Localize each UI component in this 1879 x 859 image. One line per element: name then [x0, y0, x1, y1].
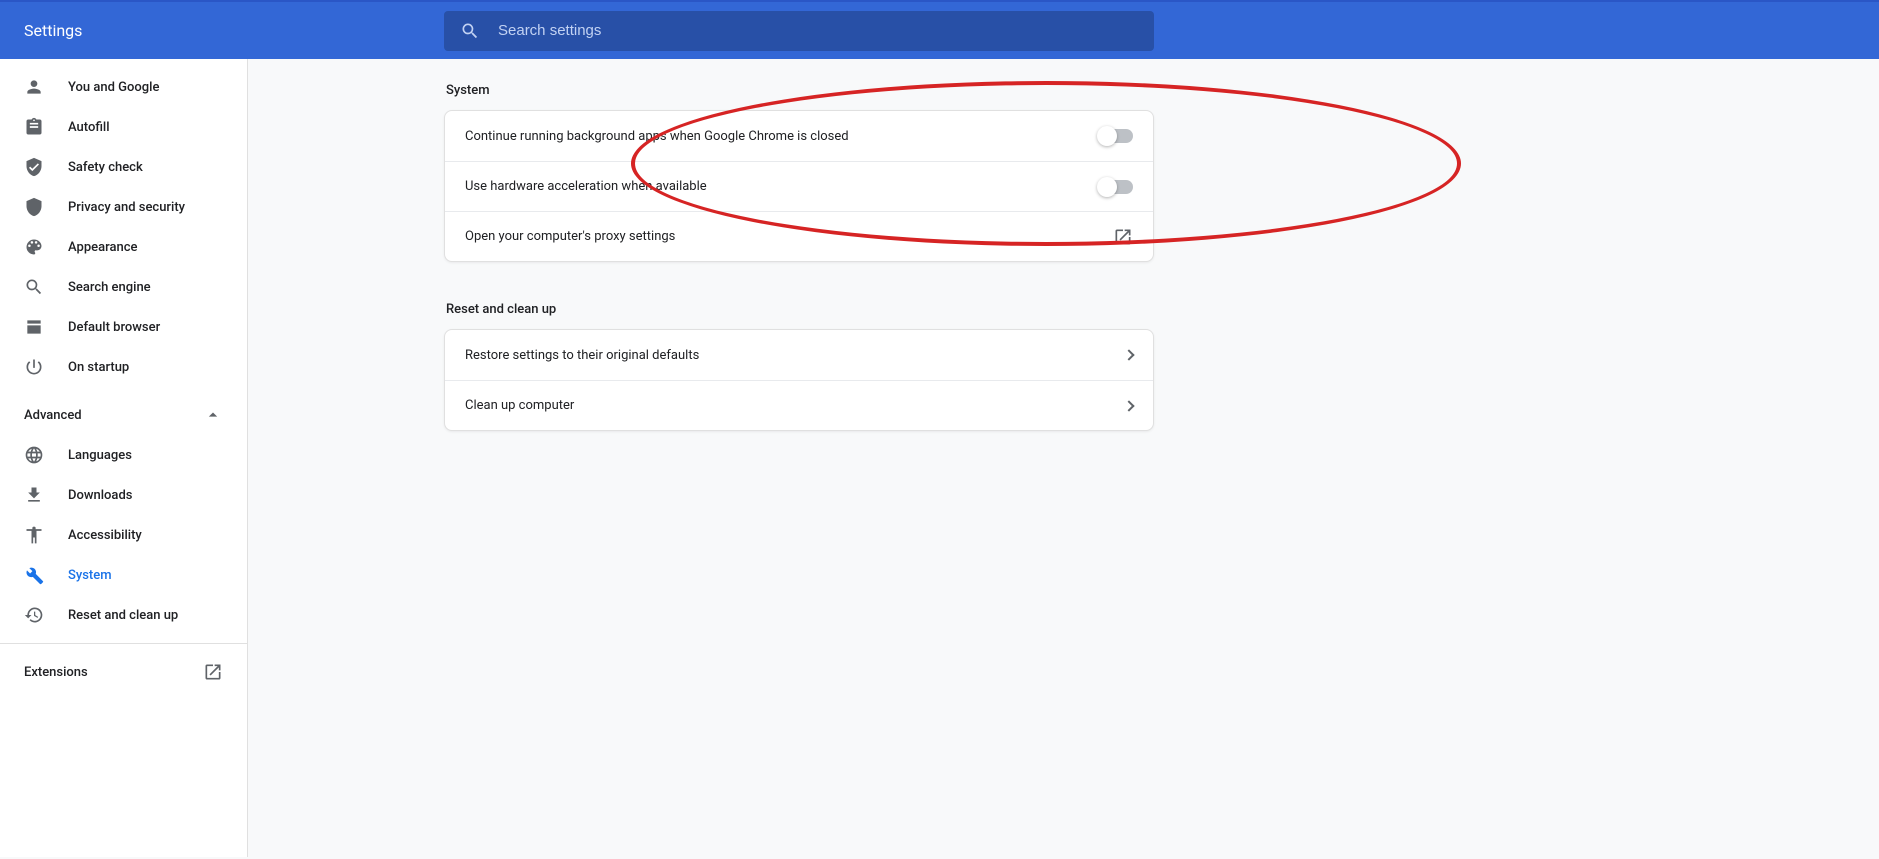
sidebar: You and Google Autofill Safety check Pri… — [0, 59, 248, 857]
section-title-system: System — [444, 83, 1154, 98]
sidebar-item-on-startup[interactable]: On startup — [0, 347, 247, 387]
restore-icon — [24, 605, 44, 625]
sidebar-item-label: Safety check — [68, 160, 143, 175]
sidebar-item-reset[interactable]: Reset and clean up — [0, 595, 247, 635]
setting-label: Open your computer's proxy settings — [465, 229, 675, 244]
sidebar-item-default-browser[interactable]: Default browser — [0, 307, 247, 347]
page-title: Settings — [24, 21, 444, 40]
sidebar-item-label: Languages — [68, 448, 132, 463]
setting-row-proxy[interactable]: Open your computer's proxy settings — [445, 211, 1153, 261]
reset-card: Restore settings to their original defau… — [444, 329, 1154, 431]
verified-icon — [24, 157, 44, 177]
sidebar-item-appearance[interactable]: Appearance — [0, 227, 247, 267]
advanced-label: Advanced — [24, 408, 82, 423]
browser-icon — [24, 317, 44, 337]
sidebar-item-extensions[interactable]: Extensions — [0, 652, 247, 692]
sidebar-item-privacy[interactable]: Privacy and security — [0, 187, 247, 227]
extensions-label: Extensions — [24, 665, 88, 680]
sidebar-item-system[interactable]: System — [0, 555, 247, 595]
shield-icon — [24, 197, 44, 217]
sidebar-item-autofill[interactable]: Autofill — [0, 107, 247, 147]
setting-row-background-apps: Continue running background apps when Go… — [445, 111, 1153, 161]
sidebar-item-label: You and Google — [68, 80, 159, 95]
globe-icon — [24, 445, 44, 465]
sidebar-section-advanced[interactable]: Advanced — [0, 395, 247, 435]
sidebar-item-safety-check[interactable]: Safety check — [0, 147, 247, 187]
setting-row-restore-defaults[interactable]: Restore settings to their original defau… — [445, 330, 1153, 380]
sidebar-item-label: Privacy and security — [68, 200, 185, 215]
divider — [0, 643, 247, 644]
sidebar-item-label: System — [68, 568, 112, 583]
person-icon — [24, 77, 44, 97]
setting-label: Clean up computer — [465, 398, 574, 413]
toggle-hardware-accel[interactable] — [1099, 180, 1133, 194]
search-icon — [460, 21, 480, 41]
palette-icon — [24, 237, 44, 257]
download-icon — [24, 485, 44, 505]
accessibility-icon — [24, 525, 44, 545]
system-card: Continue running background apps when Go… — [444, 110, 1154, 262]
chevron-right-icon — [1123, 349, 1134, 360]
setting-row-hardware-accel: Use hardware acceleration when available — [445, 161, 1153, 211]
chevron-up-icon — [203, 405, 223, 425]
power-icon — [24, 357, 44, 377]
content-area: System Continue running background apps … — [248, 59, 1879, 857]
search-container[interactable] — [444, 11, 1154, 51]
sidebar-item-you-and-google[interactable]: You and Google — [0, 67, 247, 107]
sidebar-item-label: On startup — [68, 360, 129, 375]
sidebar-item-search-engine[interactable]: Search engine — [0, 267, 247, 307]
sidebar-item-accessibility[interactable]: Accessibility — [0, 515, 247, 555]
sidebar-item-label: Accessibility — [68, 528, 142, 543]
sidebar-item-label: Reset and clean up — [68, 608, 178, 623]
sidebar-item-languages[interactable]: Languages — [0, 435, 247, 475]
toggle-background-apps[interactable] — [1099, 129, 1133, 143]
sidebar-item-label: Autofill — [68, 120, 110, 135]
sidebar-item-label: Search engine — [68, 280, 151, 295]
clipboard-icon — [24, 117, 44, 137]
sidebar-item-label: Default browser — [68, 320, 160, 335]
search-input[interactable] — [498, 22, 1138, 39]
setting-row-cleanup[interactable]: Clean up computer — [445, 380, 1153, 430]
setting-label: Use hardware acceleration when available — [465, 179, 707, 194]
section-title-reset: Reset and clean up — [444, 302, 1154, 317]
sidebar-item-downloads[interactable]: Downloads — [0, 475, 247, 515]
launch-icon — [1113, 227, 1133, 247]
setting-label: Continue running background apps when Go… — [465, 129, 849, 144]
sidebar-item-label: Appearance — [68, 240, 137, 255]
setting-label: Restore settings to their original defau… — [465, 348, 699, 363]
wrench-icon — [24, 565, 44, 585]
chevron-right-icon — [1123, 400, 1134, 411]
header-bar: Settings — [0, 2, 1879, 59]
search-icon — [24, 277, 44, 297]
sidebar-item-label: Downloads — [68, 488, 132, 503]
launch-icon — [203, 662, 223, 682]
